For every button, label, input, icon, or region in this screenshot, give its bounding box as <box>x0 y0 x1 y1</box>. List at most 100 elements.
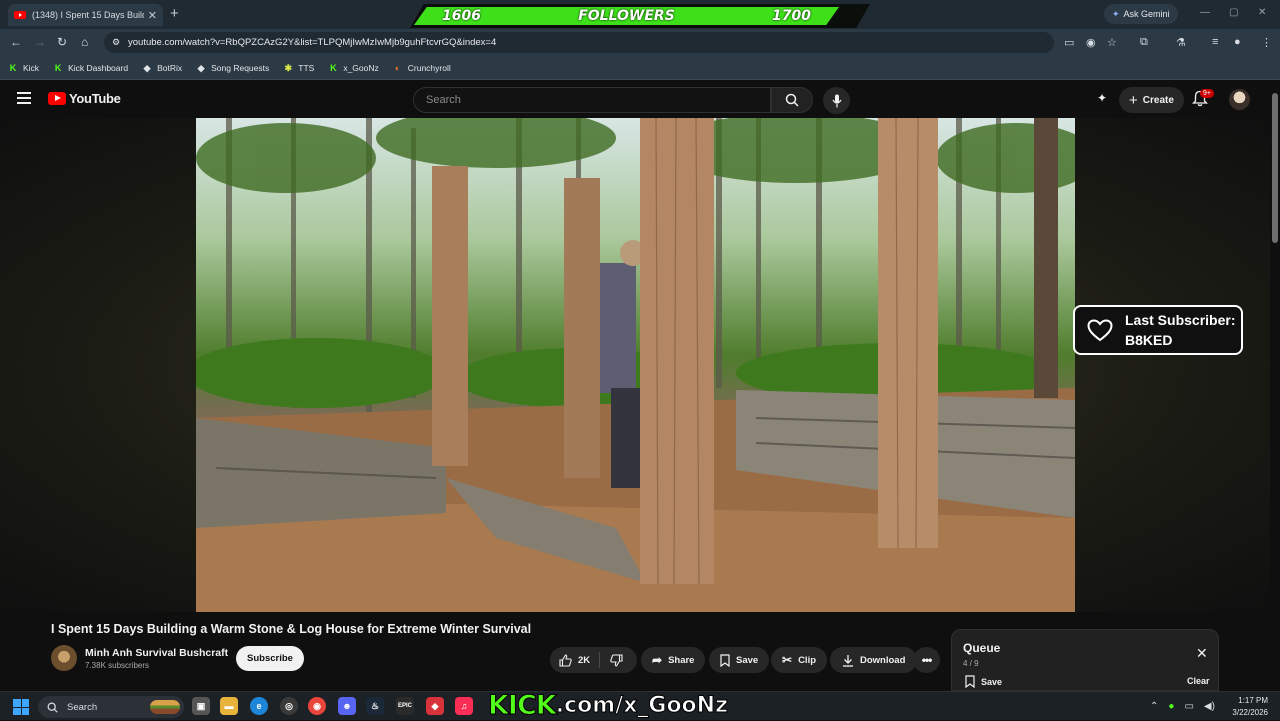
microphone-icon <box>832 94 841 107</box>
media-controls-icon[interactable]: ≡ <box>1212 36 1218 48</box>
tts-icon: ✱ <box>284 62 293 73</box>
kick-brand-text: KICK <box>488 689 558 721</box>
bookmark-song-requests[interactable]: ◆ Song Requests <box>196 62 270 73</box>
edge-icon[interactable]: e <box>250 697 268 715</box>
voice-search-button[interactable] <box>823 87 850 114</box>
hide-eye-icon[interactable]: ◉ <box>1086 36 1096 49</box>
dislike-button[interactable] <box>600 653 633 667</box>
video-player[interactable] <box>196 118 1075 612</box>
red-app-icon[interactable]: ◆ <box>426 697 444 715</box>
clip-label: Clip <box>798 654 817 666</box>
chrome-icon[interactable]: ◉ <box>308 697 326 715</box>
premium-sparkle-icon[interactable]: ✦ <box>1097 91 1107 105</box>
music-app-icon[interactable]: ♫ <box>455 697 473 715</box>
account-avatar[interactable] <box>1229 89 1250 110</box>
clip-button[interactable]: ✂ Clip <box>771 647 828 673</box>
system-clock[interactable]: 1:17 PM 3/22/2026 <box>1226 695 1268 719</box>
profile-avatar-icon[interactable]: ● <box>1234 36 1241 48</box>
browser-tab[interactable]: (1348) I Spent 15 Days Buildi ✕ <box>8 4 163 26</box>
bookmark-kick-dashboard[interactable]: K Kick Dashboard <box>53 63 128 73</box>
browser-menu-icon[interactable]: ⋮ <box>1261 36 1272 49</box>
taskbar-search[interactable]: Search <box>38 696 184 718</box>
channel-name[interactable]: Minh Anh Survival Bushcraft <box>85 647 228 659</box>
save-button[interactable]: Save <box>709 647 770 673</box>
window-close-icon[interactable]: ✕ <box>1258 7 1266 18</box>
youtube-play-logo-icon <box>48 92 66 105</box>
thumbs-down-icon <box>610 653 623 667</box>
heart-icon <box>1087 318 1113 341</box>
browser-tab-strip: (1348) I Spent 15 Days Buildi ✕ + 1606 F… <box>0 0 1280 29</box>
epic-games-icon[interactable]: EPIC <box>396 697 414 715</box>
hamburger-menu-icon[interactable] <box>17 92 31 107</box>
followers-current: 1606 <box>442 8 481 24</box>
create-button[interactable]: + Create <box>1119 87 1184 113</box>
followers-goal-overlay: 1606 FOLLOWERS 1700 <box>410 4 870 28</box>
share-label: Share <box>668 654 695 666</box>
music-icon: ◆ <box>197 62 205 73</box>
url-text: youtube.com/watch?v=RbQPZCAzG2Y&list=TLP… <box>128 37 497 48</box>
file-explorer-icon[interactable]: ▬ <box>220 697 238 715</box>
last-subscriber-label: Last Subscriber: <box>1125 312 1236 328</box>
search-input[interactable]: Search <box>413 87 771 113</box>
site-info-icon[interactable]: ⚙ <box>112 37 120 48</box>
plus-icon: + <box>1129 91 1138 109</box>
close-queue-icon[interactable]: ✕ <box>1196 645 1208 662</box>
home-icon[interactable]: ⌂ <box>81 35 88 49</box>
reload-icon[interactable]: ↻ <box>57 35 67 49</box>
volume-icon[interactable]: ◀) <box>1204 701 1215 712</box>
queue-save-label: Save <box>981 676 1003 687</box>
bookmark-botrix[interactable]: ◆ BotRix <box>142 63 183 73</box>
burger-widget-icon <box>150 700 180 714</box>
followers-goal: 1700 <box>772 8 811 24</box>
forward-arrow-icon[interactable]: → <box>34 35 46 49</box>
download-button[interactable]: Download <box>830 647 918 673</box>
video-frame-forest-scene <box>196 118 1075 612</box>
subscribe-button[interactable]: Subscribe <box>236 646 304 671</box>
minimize-icon[interactable]: — <box>1200 7 1210 18</box>
network-icon[interactable]: ▭ <box>1184 701 1193 712</box>
cast-icon[interactable]: ▭ <box>1064 36 1074 49</box>
url-bar[interactable]: ⚙ youtube.com/watch?v=RbQPZCAzG2Y&list=T… <box>104 32 1054 53</box>
back-arrow-icon[interactable]: ← <box>10 35 22 49</box>
scrollbar-thumb[interactable] <box>1272 93 1278 243</box>
share-arrow-icon: ➦ <box>652 653 663 667</box>
youtube-logo[interactable]: YouTube <box>48 91 121 106</box>
share-button[interactable]: ➦ Share <box>641 647 706 673</box>
scissors-icon: ✂ <box>782 653 793 667</box>
clock-time: 1:17 PM <box>1238 696 1268 705</box>
tray-chevron-icon[interactable]: ⌃ <box>1150 701 1158 712</box>
bookmark-crunchyroll[interactable]: ◐ Crunchyroll <box>393 63 451 73</box>
channel-avatar[interactable] <box>51 645 77 671</box>
extensions-icon[interactable]: ⧉ <box>1140 36 1148 49</box>
windows-start-icon[interactable] <box>13 699 29 715</box>
page-scrollbar[interactable] <box>1270 81 1280 691</box>
task-view-icon[interactable]: ▣ <box>192 697 210 715</box>
queue-save-button[interactable]: Save <box>965 675 1002 688</box>
bookmark-tts[interactable]: ✱ TTS <box>283 63 314 73</box>
bookmark-icon <box>965 675 975 688</box>
kick-icon: K <box>54 62 62 73</box>
bookmark-x-goonz[interactable]: Kx_GooNz <box>328 63 379 73</box>
obs-icon[interactable]: ◎ <box>280 697 298 715</box>
video-title: I Spent 15 Days Building a Warm Stone & … <box>51 622 532 636</box>
discord-icon[interactable]: ☻ <box>338 697 356 715</box>
like-button[interactable]: 2K <box>550 652 601 668</box>
profile-lab-icon[interactable]: ⚗ <box>1176 36 1186 49</box>
more-actions-button[interactable]: ••• <box>913 647 940 673</box>
queue-title: Queue <box>963 641 1001 655</box>
bookmark-star-icon[interactable]: ☆ <box>1107 36 1117 49</box>
queue-panel: Queue 4 / 9 ✕ Save Clear <box>951 629 1219 691</box>
like-dislike-group: 2K <box>550 647 637 673</box>
ask-gemini-button[interactable]: ✦ Ask Gemini <box>1104 4 1178 24</box>
queue-clear-button[interactable]: Clear <box>1187 676 1210 686</box>
search-button[interactable] <box>771 87 813 113</box>
taskbar-search-label: Search <box>67 701 98 713</box>
maximize-icon[interactable]: ▢ <box>1229 7 1238 18</box>
bookmark-kick[interactable]: K Kick <box>8 63 39 73</box>
search-icon <box>47 702 58 713</box>
steam-icon[interactable]: ♨ <box>366 697 384 715</box>
microphone-tray-icon[interactable]: ● <box>1168 701 1174 712</box>
new-tab-button[interactable]: + <box>170 5 179 22</box>
close-tab-icon[interactable]: ✕ <box>148 9 157 22</box>
followers-goal-bar: 1606 FOLLOWERS 1700 <box>414 7 839 25</box>
